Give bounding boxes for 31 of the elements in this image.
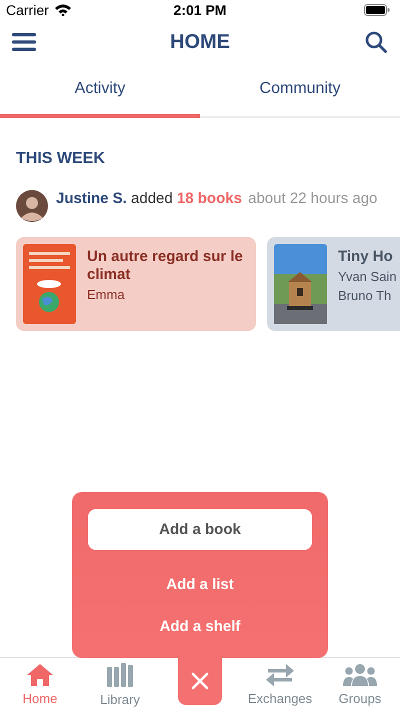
nav-tab[interactable]: Exchanges (240, 658, 320, 711)
close-icon (191, 672, 209, 690)
nav-tab[interactable]: Library (80, 658, 160, 711)
battery-icon (364, 4, 390, 16)
section-title: THIS WEEK (16, 150, 106, 168)
exchange-arrows-icon (265, 663, 295, 687)
carrier-label: Carrier (6, 2, 49, 18)
menu-item[interactable]: Add a list (166, 567, 234, 601)
book-title: Un autre regard sur le climat (87, 248, 244, 284)
menu-icon (12, 33, 36, 51)
book-author: Yvan Sain (338, 268, 397, 285)
book-author: Bruno Th (338, 287, 392, 304)
nav-tab[interactable]: Groups (320, 658, 400, 711)
avatar-icon (16, 190, 48, 222)
page-title: HOME (170, 30, 230, 54)
tab[interactable]: Activity (0, 64, 200, 118)
tab[interactable]: Community (200, 64, 400, 118)
activity-text: Justine S. added 18 books about 22 hours ago (56, 190, 378, 208)
menu-item[interactable]: Add a shelf (160, 609, 240, 643)
search-icon (365, 31, 387, 53)
book-title: Tiny Ho (338, 248, 394, 266)
status-time: 2:01 PM (174, 2, 226, 18)
close-button[interactable] (178, 656, 222, 705)
book-author: Emma (87, 286, 126, 303)
nav-tab[interactable]: Home (0, 658, 80, 711)
book-card[interactable]: Un autre regard sur le climat Emma (16, 237, 256, 331)
books-icon (106, 662, 134, 688)
home-icon (26, 663, 54, 687)
group-icon (342, 663, 378, 687)
book-card[interactable]: Tiny Ho Yvan Sain Bruno Th (267, 237, 400, 331)
wifi-icon (54, 4, 71, 16)
